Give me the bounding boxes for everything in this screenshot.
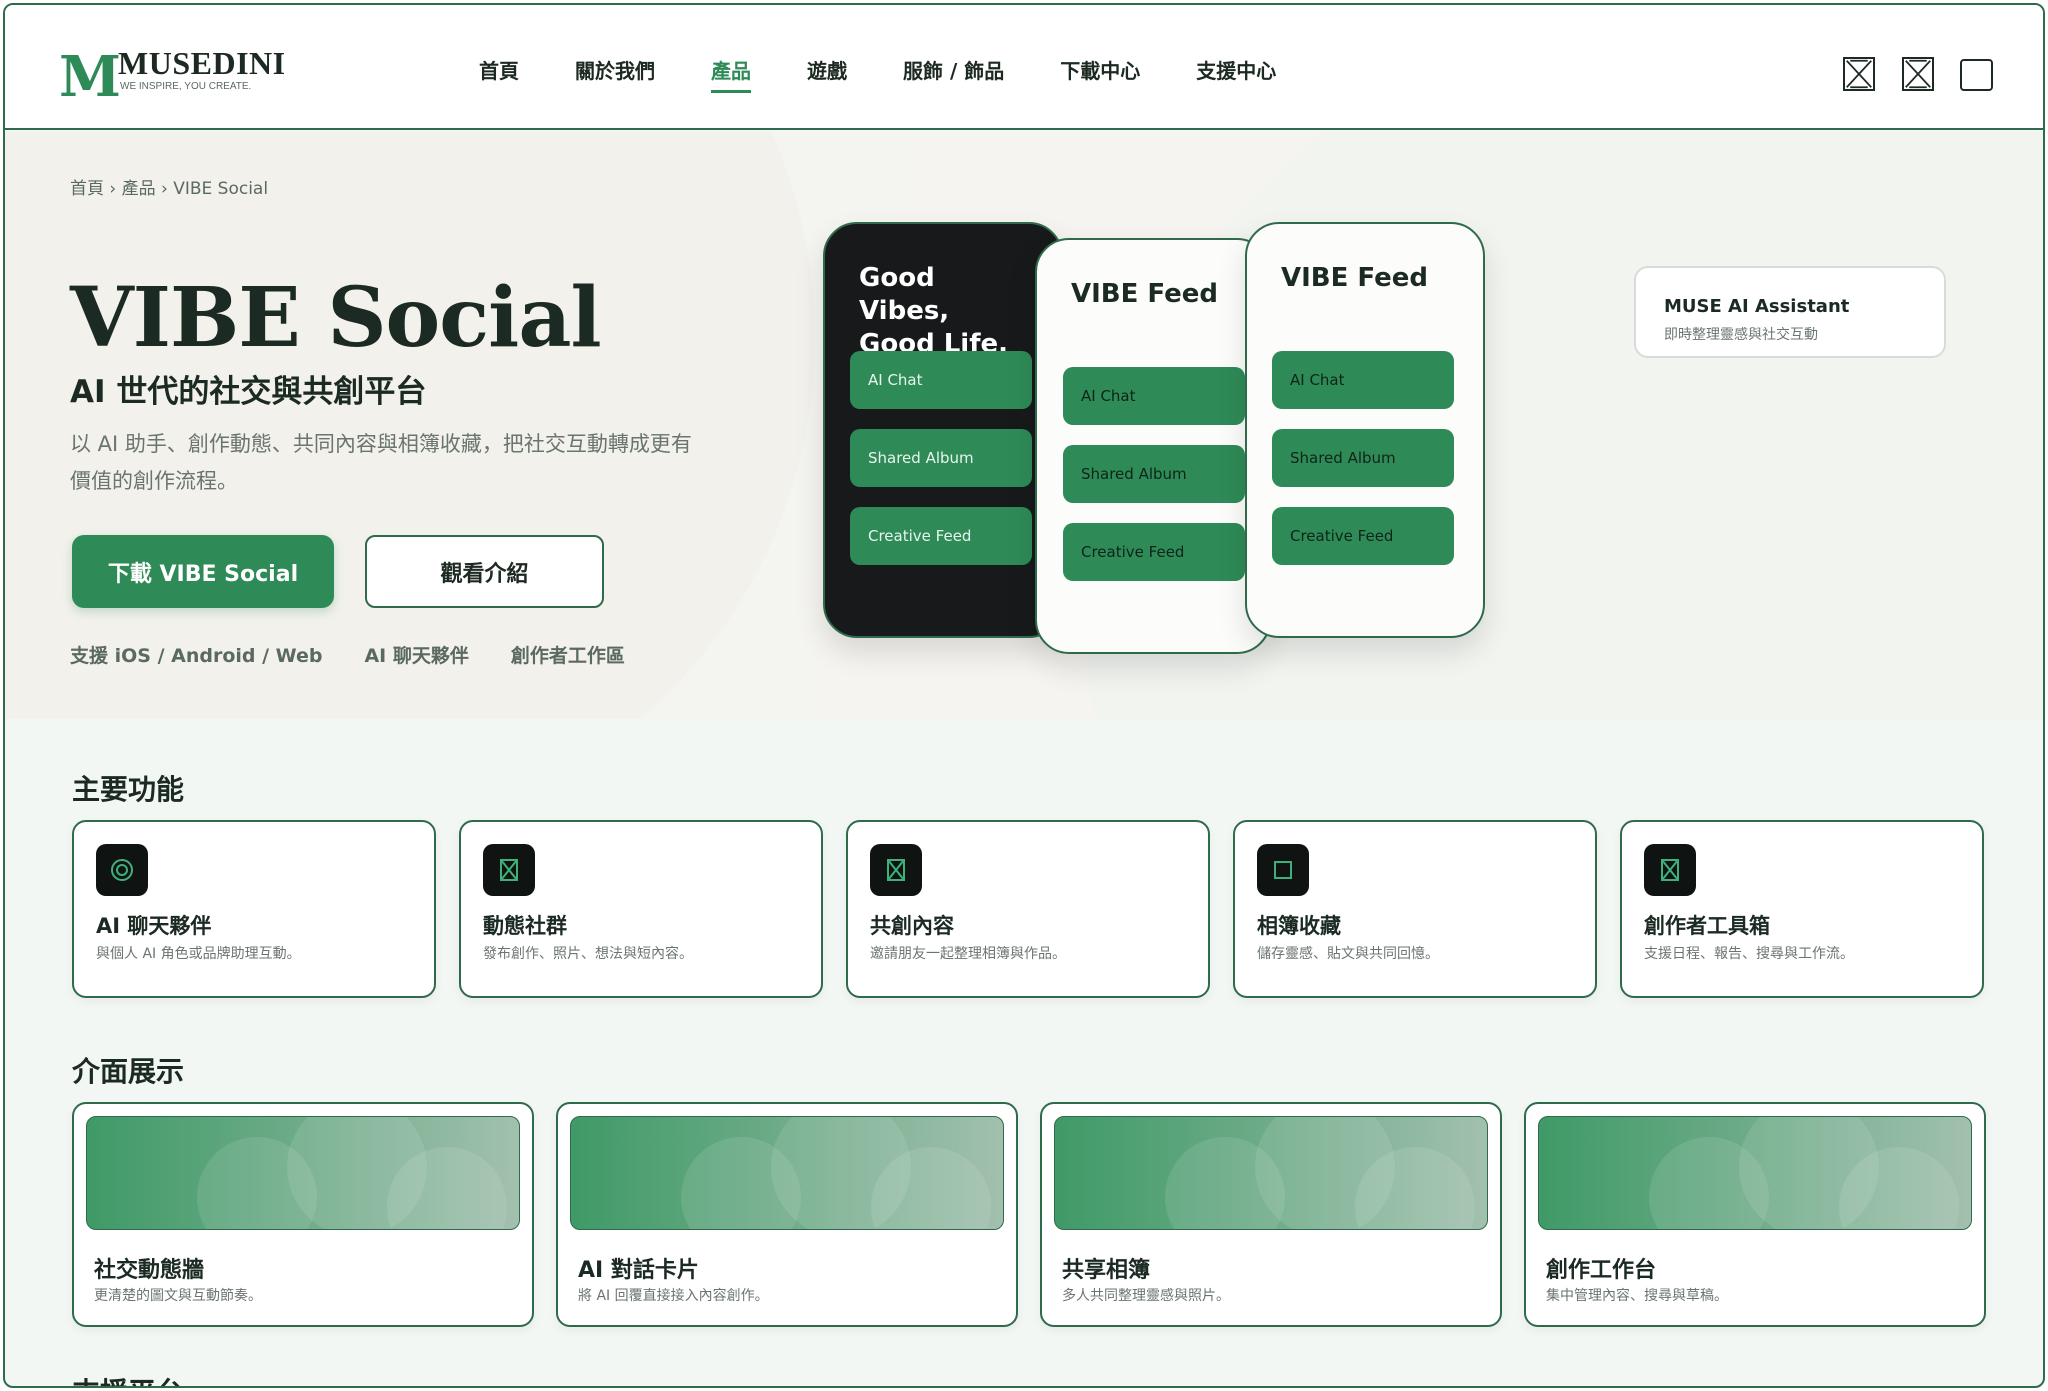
page-frame: M MUSEDINI WE INSPIRE, YOU CREATE. 首頁 關於… (3, 3, 2045, 1388)
showcase-title: 社交動態牆 (94, 1258, 205, 1283)
feature-card[interactable]: 創作者工具箱 支援日程、報告、搜尋與工作流。 (1620, 820, 1984, 998)
logo-tagline: WE INSPIRE, YOU CREATE. (120, 81, 252, 92)
feature-card[interactable]: AI 聊天夥伴 與個人 AI 角色或品牌助理互動。 (72, 820, 436, 998)
showcase-description: 將 AI 回覆直接接入內容創作。 (578, 1288, 769, 1304)
feature-description: 邀請朋友一起整理相簿與作品。 (870, 946, 1066, 962)
feature-card[interactable]: 相簿收藏 儲存靈感、貼文與共同回憶。 (1233, 820, 1597, 998)
nav-products[interactable]: 產品 (711, 55, 751, 93)
tag-creator-workspace: 創作者工作區 (510, 645, 625, 667)
phone-title: VIBE Feed (1281, 263, 1429, 293)
hero-tags: 支援 iOS / Android / Web AI 聊天夥伴 創作者工作區 (70, 641, 667, 668)
assistant-title: MUSE AI Assistant (1664, 296, 1850, 317)
phone-creative-feed-button[interactable]: Creative Feed (1063, 523, 1245, 581)
showcase-description: 集中管理內容、搜尋與草稿。 (1546, 1288, 1728, 1304)
showcase-title: 創作工作台 (1546, 1258, 1657, 1283)
ai-assistant-card[interactable]: MUSE AI Assistant 即時整理靈感與社交互動 (1634, 266, 1946, 358)
phone-mockup-feed: VIBE Feed AI Chat Shared Album Creative … (1035, 238, 1271, 654)
phone-shared-album-button[interactable]: Shared Album (1272, 429, 1454, 487)
feature-description: 發布創作、照片、想法與短內容。 (483, 946, 693, 962)
showcase-description: 更清楚的圖文與互動節奏。 (94, 1288, 262, 1304)
hero-section: 首頁 › 產品 › VIBE Social VIBE Social AI 世代的… (5, 132, 2043, 719)
feature-card[interactable]: 動態社群 發布創作、照片、想法與短內容。 (459, 820, 823, 998)
phone-creative-feed-button[interactable]: Creative Feed (1272, 507, 1454, 565)
phone-creative-feed-button[interactable]: Creative Feed (850, 507, 1032, 565)
header-placeholder-icon[interactable] (1902, 57, 1934, 91)
feature-title: 相簿收藏 (1257, 914, 1341, 938)
showcase-thumbnail (86, 1116, 520, 1230)
main-nav: 首頁 關於我們 產品 遊戲 服飾 / 飾品 下載中心 支援中心 (479, 55, 1332, 93)
feature-description: 與個人 AI 角色或品牌助理互動。 (96, 946, 301, 962)
feature-title: 共創內容 (870, 914, 954, 938)
showcase-heading: 介面展示 (72, 1055, 185, 1088)
placeholder-icon (870, 844, 922, 896)
features-heading: 主要功能 (72, 773, 185, 806)
header-placeholder-icon[interactable] (1843, 57, 1875, 91)
tag-platforms: 支援 iOS / Android / Web (70, 645, 323, 667)
header-square-icon[interactable] (1960, 59, 1993, 91)
page-subtitle: AI 世代的社交與共創平台 (70, 374, 427, 410)
nav-about[interactable]: 關於我們 (575, 55, 655, 93)
assistant-description: 即時整理靈感與社交互動 (1664, 327, 1818, 343)
placeholder-icon (483, 844, 535, 896)
showcase-thumbnail (1538, 1116, 1972, 1230)
logo-name[interactable]: MUSEDINI (118, 45, 286, 82)
feature-title: AI 聊天夥伴 (96, 914, 212, 938)
phone-ai-chat-button[interactable]: AI Chat (850, 351, 1032, 409)
showcase-title: 共享相簿 (1062, 1258, 1151, 1283)
nav-support[interactable]: 支援中心 (1196, 55, 1276, 93)
feature-title: 創作者工具箱 (1644, 914, 1770, 938)
showcase-thumbnail (570, 1116, 1004, 1230)
placeholder-icon (1644, 844, 1696, 896)
phone-mockup-feed: VIBE Feed AI Chat Shared Album Creative … (1245, 222, 1485, 638)
phone-title: Good Vibes, Good Life. (859, 263, 1009, 359)
feature-description: 儲存靈感、貼文與共同回憶。 (1257, 946, 1439, 962)
square-icon (1257, 844, 1309, 896)
showcase-card[interactable]: 共享相簿 多人共同整理靈感與照片。 (1040, 1102, 1502, 1327)
page-title: VIBE Social (70, 270, 602, 366)
phone-shared-album-button[interactable]: Shared Album (850, 429, 1032, 487)
nav-home[interactable]: 首頁 (479, 55, 519, 93)
showcase-description: 多人共同整理靈感與照片。 (1062, 1288, 1230, 1304)
phone-title: VIBE Feed (1071, 279, 1219, 309)
feature-description: 支援日程、報告、搜尋與工作流。 (1644, 946, 1854, 962)
nav-games[interactable]: 遊戲 (807, 55, 847, 93)
nav-apparel[interactable]: 服飾 / 飾品 (903, 55, 1004, 93)
phone-shared-album-button[interactable]: Shared Album (1063, 445, 1245, 503)
phone-ai-chat-button[interactable]: AI Chat (1272, 351, 1454, 409)
download-button[interactable]: 下載 VIBE Social (72, 535, 334, 608)
showcase-thumbnail (1054, 1116, 1488, 1230)
feature-title: 動態社群 (483, 914, 567, 938)
logo-mark[interactable]: M (59, 49, 121, 105)
showcase-title: AI 對話卡片 (578, 1258, 699, 1283)
phone-ai-chat-button[interactable]: AI Chat (1063, 367, 1245, 425)
feature-card[interactable]: 共創內容 邀請朋友一起整理相簿與作品。 (846, 820, 1210, 998)
nav-downloads[interactable]: 下載中心 (1060, 55, 1140, 93)
ring-icon (96, 844, 148, 896)
tag-ai-chat: AI 聊天夥伴 (364, 645, 469, 667)
showcase-card[interactable]: 社交動態牆 更清楚的圖文與互動節奏。 (72, 1102, 534, 1327)
watch-intro-button[interactable]: 觀看介紹 (365, 535, 604, 608)
site-header: M MUSEDINI WE INSPIRE, YOU CREATE. 首頁 關於… (5, 5, 2043, 130)
phone-mockup-dark: Good Vibes, Good Life. AI Chat Shared Al… (823, 222, 1063, 638)
showcase-card[interactable]: 創作工作台 集中管理內容、搜尋與草稿。 (1524, 1102, 1986, 1327)
platforms-heading: 支援平台 (72, 1371, 184, 1386)
breadcrumb[interactable]: 首頁 › 產品 › VIBE Social (70, 174, 268, 199)
hero-description: 以 AI 助手、創作動態、共同內容與相簿收藏，把社交互動轉成更有價值的創作流程。 (70, 432, 692, 493)
showcase-card[interactable]: AI 對話卡片 將 AI 回覆直接接入內容創作。 (556, 1102, 1018, 1327)
